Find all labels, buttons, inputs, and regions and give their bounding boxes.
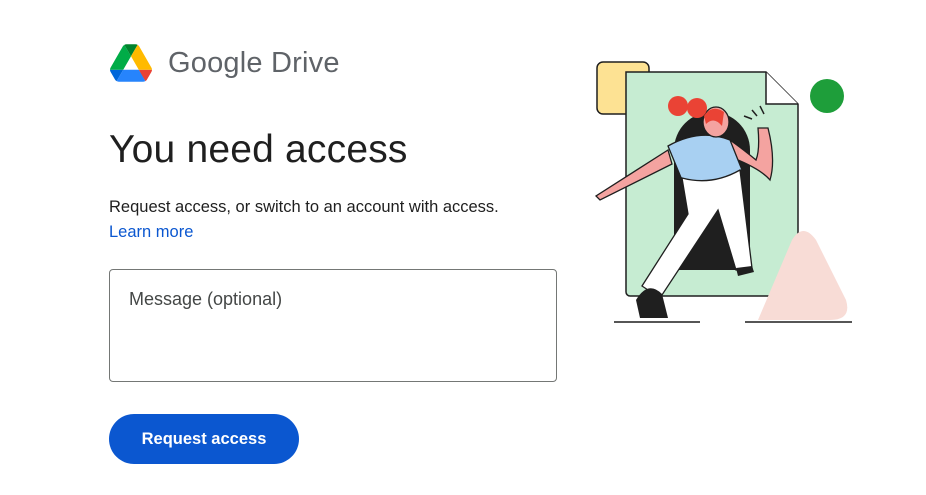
request-access-button[interactable]: Request access — [109, 414, 299, 464]
figure-hair-bun-right — [687, 98, 707, 118]
green-dot-shape — [810, 79, 844, 113]
description-text: Request access, or switch to an account … — [109, 198, 499, 216]
brand-name: Google Drive — [168, 46, 340, 79]
page-title: You need access — [109, 128, 408, 171]
learn-more-link[interactable]: Learn more — [109, 222, 193, 242]
figure-hair-bun-left — [668, 96, 688, 116]
message-input[interactable] — [110, 270, 556, 381]
message-field[interactable] — [109, 269, 557, 382]
brand-header: Google Drive — [110, 44, 340, 82]
person-stepping-out-of-document-illustration — [594, 61, 852, 323]
google-drive-logo-icon — [110, 44, 152, 82]
